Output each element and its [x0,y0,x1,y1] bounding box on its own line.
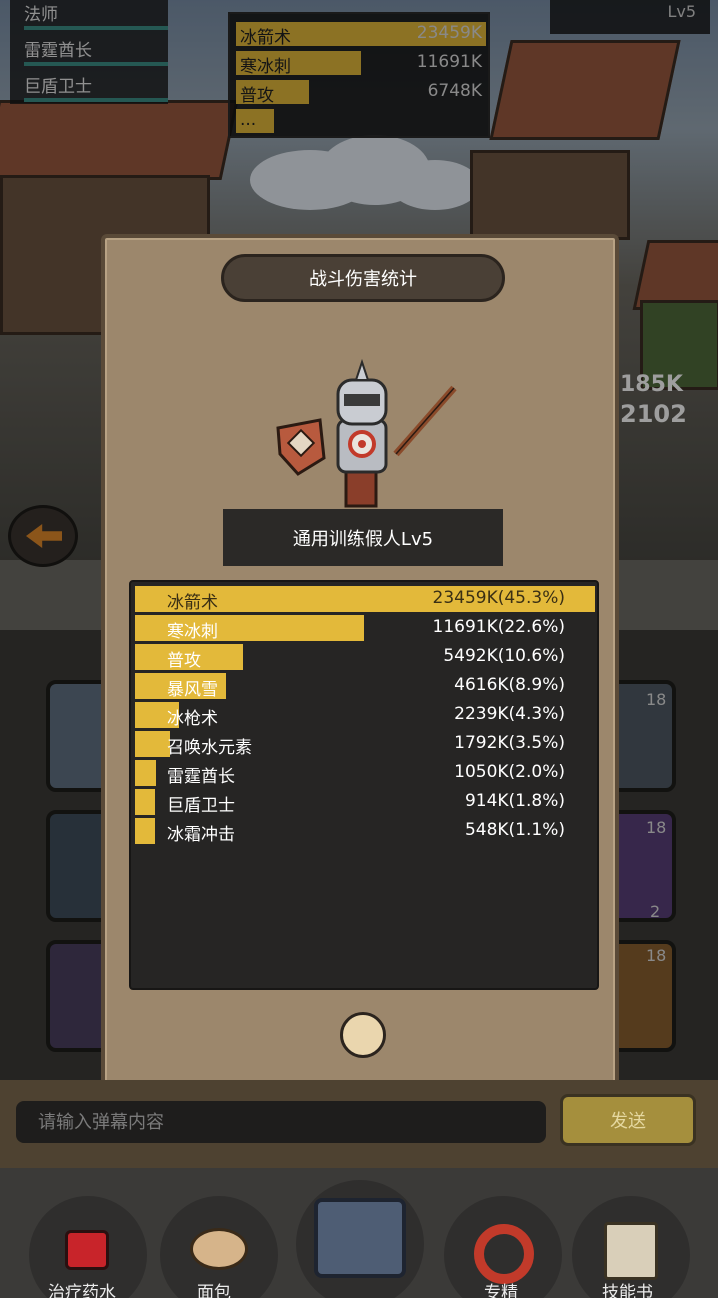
nav-chest-button[interactable] [296,1180,424,1298]
stat-skill-name: 召唤水元素 [167,738,252,758]
stat-damage-value: 5492K(10.6%) [443,646,565,666]
damage-stats-table[interactable]: 冰箭术 23459K(45.3%) 寒冰刺 11691K(22.6%) 普攻 5… [129,580,599,990]
stat-row: 普攻 5492K(10.6%) [135,644,595,671]
stat-damage-value: 1050K(2.0%) [454,762,565,782]
stat-row: 召唤水元素 1792K(3.5%) [135,731,595,758]
stat-skill-name: 巨盾卫士 [167,796,235,816]
stat-skill-name: 冰枪术 [167,709,218,729]
stat-row: 冰枪术 2239K(4.3%) [135,702,595,729]
target-icon [474,1224,534,1284]
stat-skill-name: 寒冰刺 [167,622,218,642]
stat-bar [135,789,155,815]
stat-damage-value: 4616K(8.9%) [454,675,565,695]
stat-row: 寒冰刺 11691K(22.6%) [135,615,595,642]
bread-icon [190,1228,248,1270]
target-name-plate: 通用训练假人Lv5 [223,509,503,566]
skillbook-icon [604,1222,658,1280]
stat-damage-value: 2239K(4.3%) [454,704,565,724]
nav-label: 专精 [484,1283,518,1298]
stat-row: 雷霆酋长 1050K(2.0%) [135,760,595,787]
stat-skill-name: 普攻 [167,651,201,671]
nav-label: 面包 [197,1283,231,1298]
stat-row: 冰箭术 23459K(45.3%) [135,586,595,613]
modal-title: 战斗伤害统计 [221,254,505,302]
send-button[interactable]: 发送 [560,1094,696,1146]
stat-bar [135,818,155,844]
stat-row: 冰霜冲击 548K(1.1%) [135,818,595,845]
stat-damage-value: 1792K(3.5%) [454,733,565,753]
stat-damage-value: 23459K(45.3%) [432,588,566,608]
stat-row: 暴风雪 4616K(8.9%) [135,673,595,700]
stat-bar [135,760,156,786]
stat-bar [135,731,170,757]
chest-icon [314,1198,406,1278]
training-dummy-icon [276,358,457,508]
nav-label: 技能书 [602,1283,653,1298]
stat-damage-value: 11691K(22.6%) [432,617,566,637]
danmaku-input[interactable] [16,1101,546,1143]
stat-skill-name: 冰霜冲击 [167,825,235,845]
close-button[interactable] [340,1012,386,1058]
stat-damage-value: 548K(1.1%) [464,820,565,840]
stat-skill-name: 冰箭术 [167,593,218,613]
damage-stats-modal: 战斗伤害统计 通用训练假人Lv5 冰箭术 23459K(45.3%) 寒冰刺 1… [101,234,619,1086]
stat-row: 巨盾卫士 914K(1.8%) [135,789,595,816]
stat-skill-name: 雷霆酋长 [167,767,235,787]
nav-label: 治疗药水 [48,1283,116,1298]
potion-icon [65,1230,109,1270]
stat-damage-value: 914K(1.8%) [464,791,565,811]
stat-skill-name: 暴风雪 [167,680,218,700]
